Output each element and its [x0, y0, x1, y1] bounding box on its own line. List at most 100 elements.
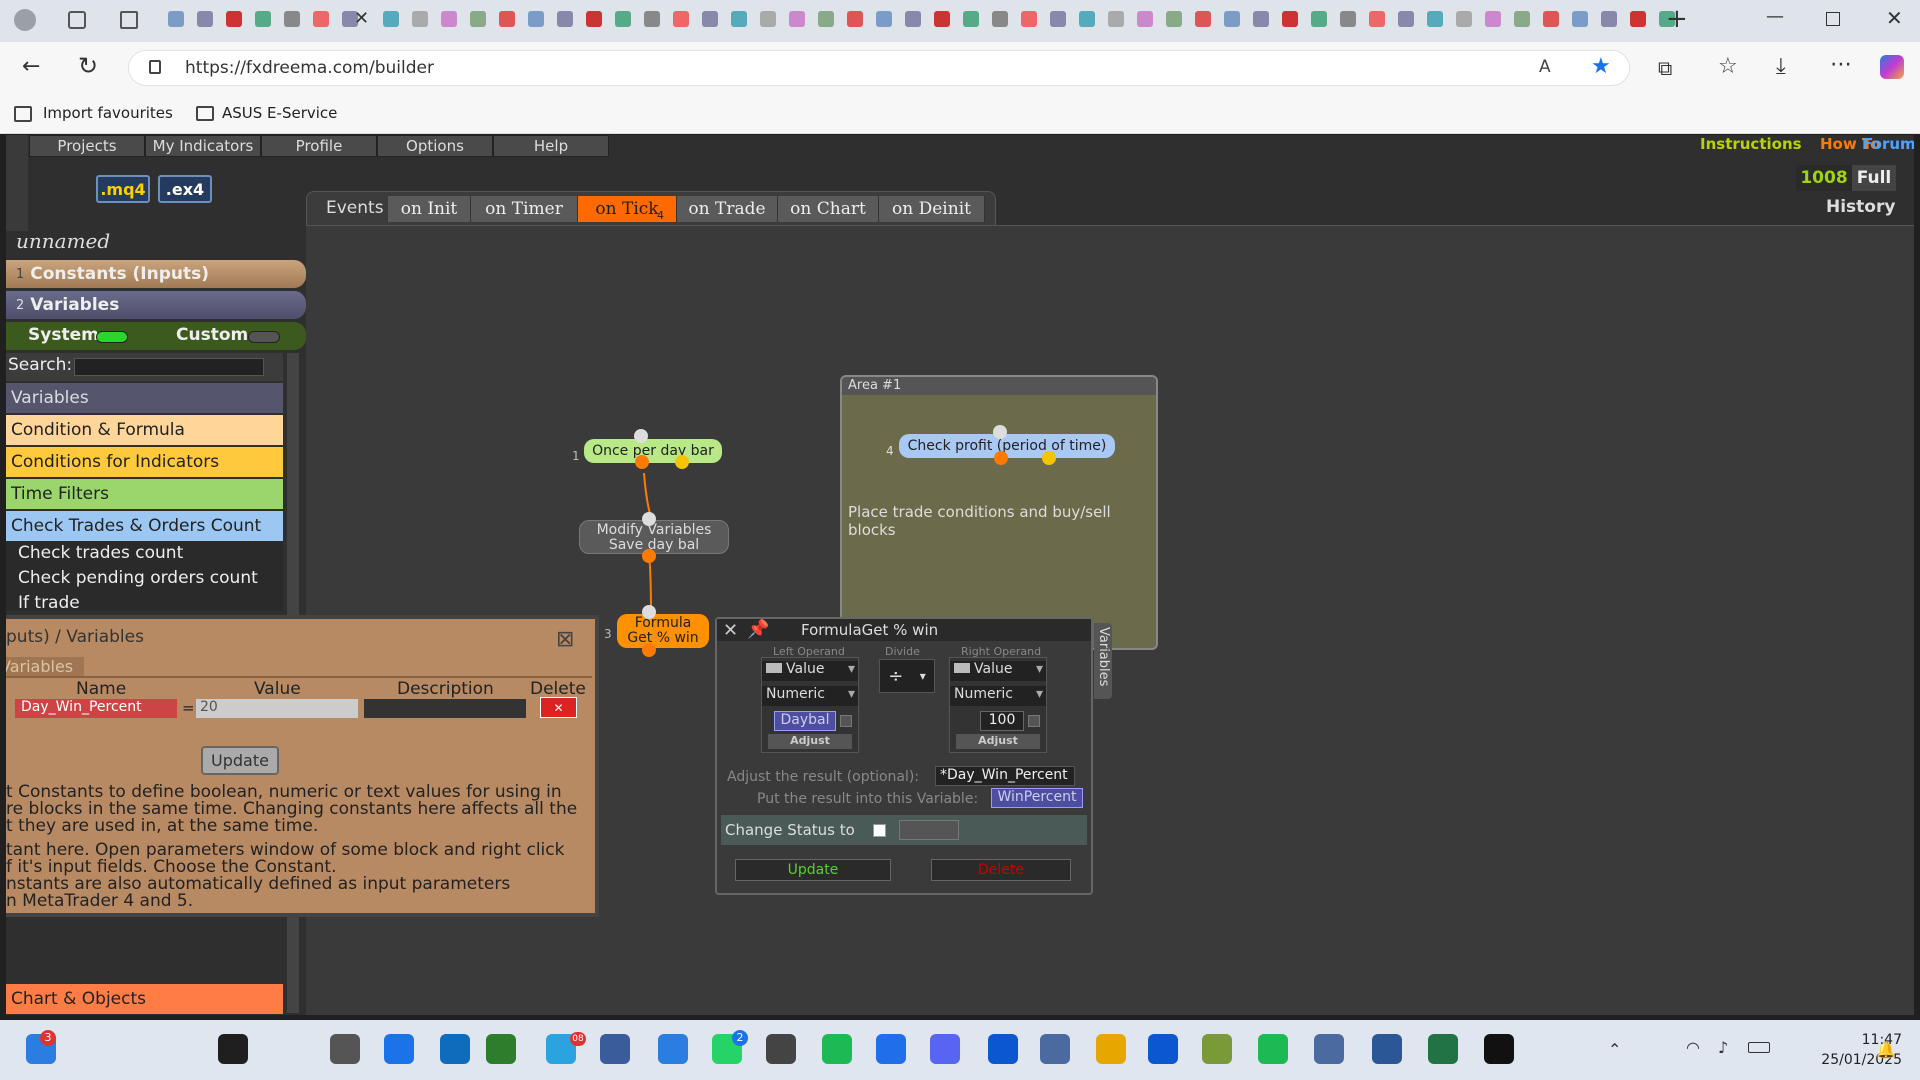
pinned-tab-icon[interactable] [197, 11, 213, 27]
pinned-tab-icon[interactable] [168, 11, 184, 27]
pinned-tab-icon[interactable] [383, 11, 399, 27]
pinned-tab-icon[interactable] [644, 11, 660, 27]
pinned-tab-icon[interactable] [615, 11, 631, 27]
pinned-tab-icon[interactable] [1456, 11, 1472, 27]
pinned-tab-icon[interactable] [557, 11, 573, 27]
subitem-if-trade[interactable]: If trade [18, 593, 80, 613]
read-aloud-icon[interactable]: A [1539, 57, 1551, 77]
tab-on-deinit[interactable]: on Deinit [879, 196, 985, 222]
put-result-input[interactable]: WinPercent [991, 788, 1083, 808]
bookmark-asus[interactable]: ASUS E-Service [222, 104, 337, 122]
taskbar-app-icon[interactable] [876, 1034, 906, 1064]
taskbar-app-icon[interactable] [1314, 1034, 1344, 1064]
node-modify-variables[interactable]: Modify Variables Save day bal [579, 520, 729, 554]
pinned-tab-icon[interactable] [1137, 11, 1153, 27]
pinned-tab-icon[interactable] [1572, 11, 1588, 27]
tray-chevron-icon[interactable]: ⌃ [1608, 1040, 1621, 1059]
taskbar-app-icon[interactable] [1372, 1034, 1402, 1064]
battery-icon[interactable] [1748, 1042, 1770, 1053]
pinned-tab-icon[interactable] [1369, 11, 1385, 27]
node-formula[interactable]: Formula Get % win [617, 614, 709, 648]
taskbar-app-icon[interactable] [988, 1034, 1018, 1064]
node-4-output-orange[interactable] [994, 451, 1008, 465]
volume-icon[interactable]: ♪ [1718, 1038, 1728, 1057]
workspaces-icon[interactable] [68, 11, 86, 29]
menu-options[interactable]: Options [377, 135, 493, 157]
system-toggle[interactable] [96, 331, 128, 343]
taskbar-app-icon[interactable] [1040, 1034, 1070, 1064]
url-text[interactable]: https://fxdreema.com/builder [185, 58, 434, 78]
pinned-tab-icon[interactable] [731, 11, 747, 27]
downloads-icon[interactable]: ⤓ [1776, 54, 1786, 79]
pinned-tab-icon[interactable] [1340, 11, 1356, 27]
formula-delete-button[interactable]: Delete [931, 859, 1071, 881]
pinned-tab-icon[interactable] [441, 11, 457, 27]
right-checkbox[interactable] [1028, 715, 1040, 727]
left-numeric-select[interactable]: Numeric ▾ [762, 686, 858, 706]
menu-help[interactable]: Help [493, 135, 609, 157]
pinned-tab-icon[interactable] [1601, 11, 1617, 27]
taskbar-app-icon[interactable] [330, 1034, 360, 1064]
pinned-tab-icon[interactable] [1543, 11, 1559, 27]
category-variables[interactable]: Variables [6, 383, 283, 413]
pinned-tab-icon[interactable] [789, 11, 805, 27]
pinned-tab-icon[interactable] [1195, 11, 1211, 27]
project-name[interactable]: unnamed [16, 229, 110, 253]
taskbar-app-icon[interactable] [1148, 1034, 1178, 1064]
node-1-output-orange[interactable] [635, 455, 649, 469]
history-button[interactable]: History [1826, 197, 1895, 217]
category-time-filters[interactable]: Time Filters [6, 479, 283, 509]
pinned-tab-icon[interactable] [1485, 11, 1501, 27]
taskbar-app-icon[interactable] [1202, 1034, 1232, 1064]
pinned-tab-icon[interactable] [499, 11, 515, 27]
url-box[interactable]: https://fxdreema.com/builder A ★ [128, 50, 1630, 86]
pinned-tab-icon[interactable] [1282, 11, 1298, 27]
pinned-tab-icon[interactable] [1630, 11, 1646, 27]
right-numeric-select[interactable]: Numeric ▾ [950, 686, 1046, 706]
node-once-per-day-bar[interactable]: Once per day bar [584, 439, 722, 463]
variables-tab[interactable]: Variables [6, 657, 84, 677]
taskbar-app-icon[interactable] [822, 1034, 852, 1064]
pinned-tab-icon[interactable] [1108, 11, 1124, 27]
variables-section[interactable]: 2 Variables [6, 291, 306, 319]
taskbar-app-icon[interactable] [1258, 1034, 1288, 1064]
pinned-tab-icon[interactable] [963, 11, 979, 27]
delete-var-button[interactable]: ✕ [540, 697, 577, 718]
pinned-tab-icon[interactable] [412, 11, 428, 27]
right-value-input[interactable]: 100 [980, 711, 1024, 731]
extensions-icon[interactable]: ⧉ [1658, 56, 1672, 80]
pinned-tab-icon[interactable] [1311, 11, 1327, 27]
taskbar-app-icon[interactable] [218, 1034, 248, 1064]
node-4-input[interactable] [993, 425, 1007, 439]
profile-icon[interactable] [14, 9, 36, 31]
node-2-output[interactable] [642, 549, 656, 563]
pinned-tab-icon[interactable] [1079, 11, 1095, 27]
pinned-tab-icon[interactable] [1427, 11, 1443, 27]
taskbar-app-icon[interactable] [658, 1034, 688, 1064]
minimize-icon[interactable]: — [1766, 6, 1784, 27]
taskbar-app-icon[interactable] [440, 1034, 470, 1064]
pinned-tab-icon[interactable] [313, 11, 329, 27]
custom-toggle[interactable] [248, 331, 280, 343]
var-description-field[interactable] [364, 699, 526, 718]
node-3-output[interactable] [642, 643, 656, 657]
category-chart-objects[interactable]: Chart & Objects [6, 984, 283, 1014]
favourite-star-icon[interactable]: ★ [1591, 54, 1611, 79]
pinned-tab-icon[interactable] [934, 11, 950, 27]
favourites-icon[interactable]: ☆ [1718, 54, 1738, 79]
maximize-icon[interactable] [1826, 12, 1840, 26]
menu-profile[interactable]: Profile [261, 135, 377, 157]
taskbar-app-icon[interactable] [600, 1034, 630, 1064]
category-check-trades[interactable]: Check Trades & Orders Count [6, 511, 283, 541]
operator-select[interactable]: ÷ ▾ [879, 659, 935, 693]
left-value-input[interactable]: Daybal [774, 711, 836, 731]
taskbar-app-icon[interactable] [930, 1034, 960, 1064]
tab-on-chart[interactable]: on Chart [778, 196, 879, 222]
taskbar-app-icon[interactable] [486, 1034, 516, 1064]
bookmark-import[interactable]: Import favourites [43, 104, 173, 122]
tab-on-timer[interactable]: on Timer [471, 196, 578, 222]
adjust-result-input[interactable]: *Day_Win_Percent [935, 766, 1075, 786]
constants-section[interactable]: 1 Constants (Inputs) [6, 260, 306, 288]
pinned-tab-icon[interactable] [673, 11, 689, 27]
pinned-tab-icon[interactable] [818, 11, 834, 27]
